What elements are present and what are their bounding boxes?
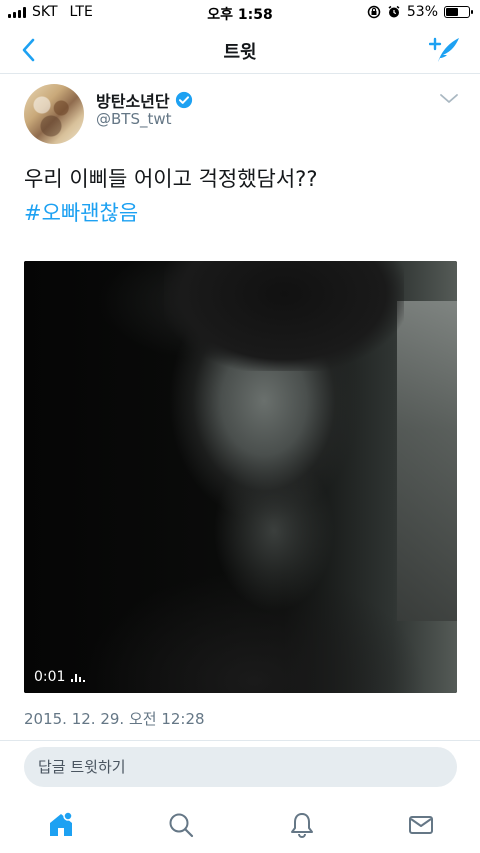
tab-search[interactable] (166, 810, 196, 840)
verified-badge-icon (175, 91, 192, 109)
video-elapsed-time: 0:01 (34, 669, 66, 685)
tweet-timestamp: 2015. 12. 29. 오전 12:28 (24, 710, 205, 728)
nav-bar: 트윗 (0, 26, 480, 74)
reply-input[interactable]: 답글 트윗하기 (24, 747, 457, 787)
envelope-icon (409, 816, 433, 834)
status-bar: SKT LTE 오후 1:58 53% (0, 0, 480, 26)
hashtag-link[interactable]: #오빠괜찮음 (24, 196, 464, 230)
tab-home[interactable] (46, 810, 76, 840)
display-name-text: 방탄소년단 (96, 92, 170, 111)
video-player[interactable]: 0:01 (24, 261, 457, 693)
divider (0, 740, 480, 741)
search-icon (169, 813, 194, 838)
tweet-text: 우리 이삐들 어이고 걱정했담서?? #오빠괜찮음 (24, 162, 464, 230)
bell-icon (291, 813, 313, 838)
compose-tweet-button[interactable] (428, 34, 462, 66)
rotation-lock-icon (367, 5, 381, 19)
video-time-overlay: 0:01 (34, 669, 86, 685)
tweet-body: 우리 이삐들 어이고 걱정했담서?? (24, 167, 318, 191)
page-title: 트윗 (223, 42, 257, 63)
tab-messages[interactable] (406, 810, 436, 840)
compose-tweet-icon (429, 37, 459, 62)
avatar[interactable] (24, 84, 84, 144)
status-right: 53% (367, 4, 473, 20)
video-subject-hair (164, 261, 404, 371)
avatar-image (24, 84, 84, 144)
tab-bar (0, 800, 480, 853)
tweet-options-button[interactable] (438, 90, 460, 106)
tab-notifications[interactable] (287, 810, 317, 840)
home-icon (50, 811, 73, 836)
chevron-down-icon (440, 94, 458, 103)
battery-percent: 53% (406, 4, 438, 20)
battery-icon (444, 6, 473, 18)
display-name[interactable]: 방탄소년단 (96, 88, 193, 112)
audio-level-icon (71, 672, 86, 682)
user-handle[interactable]: @BTS_twt (96, 110, 172, 128)
alarm-icon (388, 5, 400, 18)
battery-level (446, 8, 458, 16)
video-background-wall (397, 301, 457, 621)
